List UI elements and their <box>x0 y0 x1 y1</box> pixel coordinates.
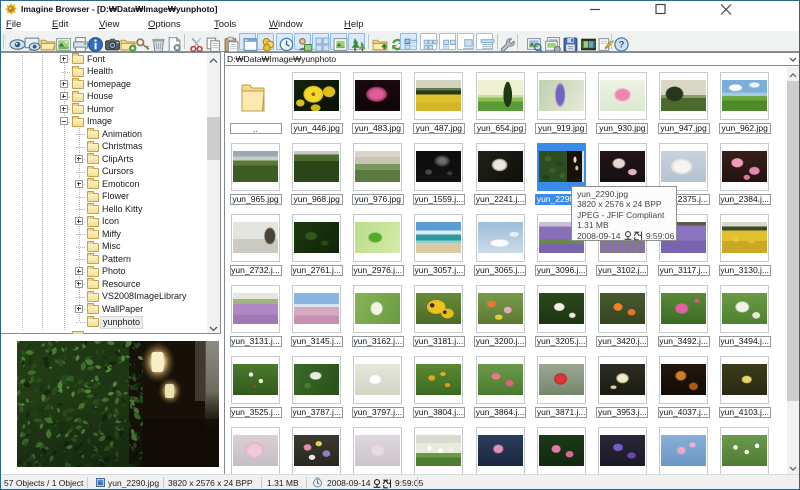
svg-text:?: ? <box>619 40 625 51</box>
